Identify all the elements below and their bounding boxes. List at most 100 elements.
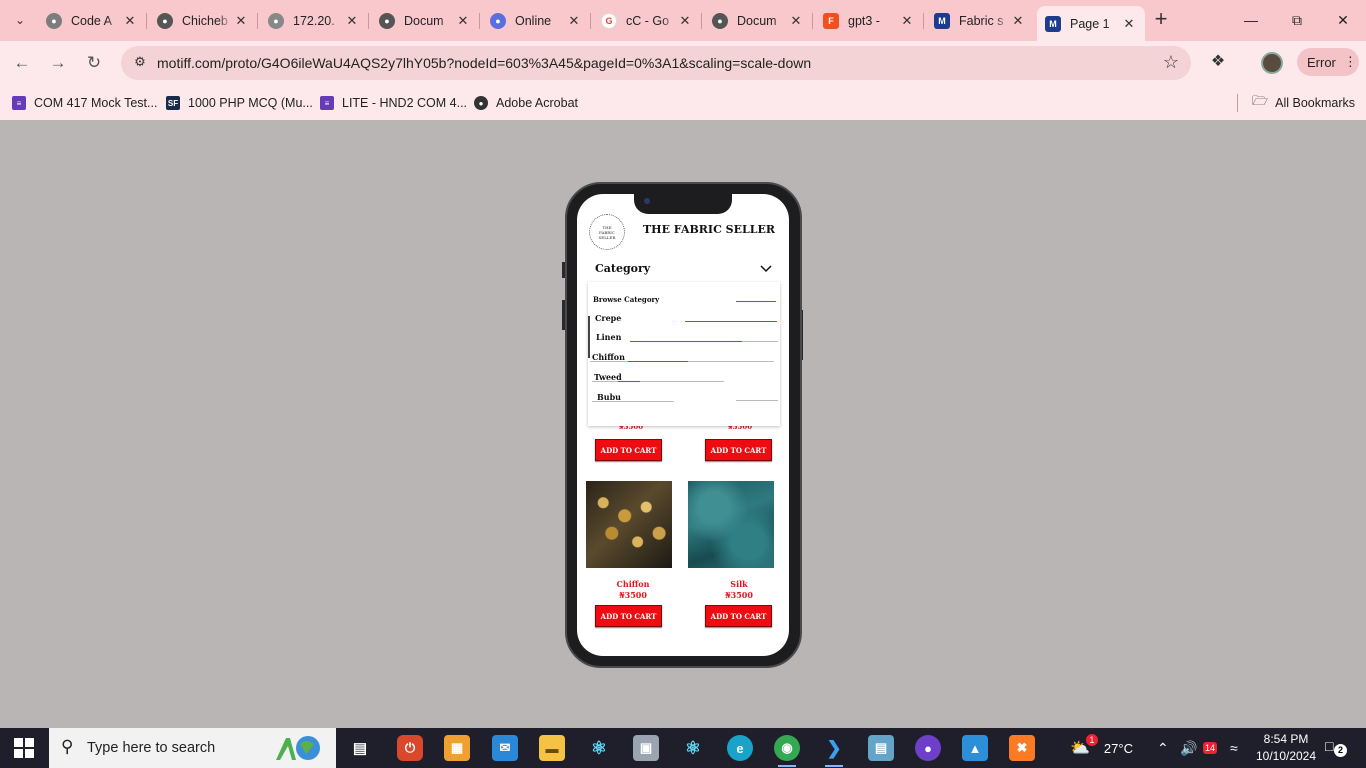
product-price: ₦3500 <box>619 590 647 600</box>
bookmark-star-icon[interactable]: ☆ <box>1163 52 1179 73</box>
close-icon[interactable]: ✕ <box>122 13 138 29</box>
tab-separator <box>368 13 369 29</box>
notification-center-icon[interactable]: □ 2 <box>1325 738 1347 758</box>
forms-icon: ≡ <box>320 96 334 110</box>
bookmarks-separator <box>1237 94 1238 112</box>
taskbar-clock[interactable]: 8:54 PM 10/10/2024 <box>1253 731 1319 765</box>
tab-code[interactable]: ● Code A ✕ <box>38 6 146 35</box>
fabric-seller-logo: THE FABRIC SELLER <box>589 214 625 250</box>
restore-icon[interactable]: ⧉ <box>1274 0 1320 40</box>
dropdown-divider <box>736 301 776 302</box>
add-to-cart-button[interactable]: ADD TO CART <box>595 439 662 461</box>
edge-icon[interactable]: e <box>727 735 753 761</box>
tab-title: gpt3 - <box>848 13 880 28</box>
chevron-down-icon[interactable] <box>759 264 773 274</box>
close-icon[interactable]: ✕ <box>899 13 915 29</box>
tab-search-chevron-down-icon[interactable]: ⌄ <box>8 8 32 32</box>
close-icon[interactable]: ✕ <box>344 13 360 29</box>
add-to-cart-button[interactable]: ADD TO CART <box>705 439 772 461</box>
tab-separator <box>812 13 813 29</box>
tab-google[interactable]: G cC - Go ✕ <box>593 6 701 35</box>
calendar-app-icon[interactable]: 14 <box>1203 728 1218 768</box>
tab-document-2[interactable]: ● Docum ✕ <box>704 6 812 35</box>
app-red-icon[interactable]: ⏻ <box>397 735 423 761</box>
all-bookmarks-button[interactable]: 🗁 All Bookmarks <box>1252 93 1355 113</box>
tab-ip[interactable]: ● 172.20. ✕ <box>260 6 368 35</box>
close-icon[interactable]: ✕ <box>566 13 582 29</box>
tab-title: Docum <box>737 13 777 28</box>
site-settings-icon[interactable]: ⚙ <box>131 54 149 72</box>
wifi-icon[interactable]: ≈ <box>1230 728 1238 768</box>
phone-screen[interactable]: THE FABRIC SELLER THE FABRIC SELLER Cate… <box>577 194 789 656</box>
tab-document-1[interactable]: ● Docum ✕ <box>371 6 479 35</box>
tab-title: Fabric s <box>959 13 1004 28</box>
reload-icon[interactable]: ↻ <box>82 51 106 75</box>
mail-icon[interactable]: ✉ <box>492 735 518 761</box>
chrome-icon[interactable]: ◉ <box>774 735 800 767</box>
react-native-icon[interactable]: ⚛ <box>680 735 706 761</box>
tab-page1-active[interactable]: M Page 1 ✕ <box>1037 6 1145 41</box>
error-menu-button[interactable]: Error ⋮ <box>1297 48 1359 76</box>
extensions-puzzle-icon[interactable]: ❖ <box>1207 51 1229 73</box>
web-icon: ● <box>157 12 173 29</box>
close-icon[interactable]: ✕ <box>233 13 249 29</box>
notepad-icon[interactable]: ▤ <box>868 735 894 761</box>
clock-date: 10/10/2024 <box>1255 749 1317 763</box>
minimize-icon[interactable]: — <box>1228 0 1274 40</box>
close-icon[interactable]: ✕ <box>677 13 693 29</box>
vscode-icon[interactable]: ❯ <box>821 735 847 767</box>
product-image-silk-fabric[interactable] <box>688 481 774 568</box>
product-image-chain-fabric[interactable] <box>586 481 672 568</box>
windows-start-icon[interactable] <box>14 738 34 758</box>
motiff-icon: M <box>1045 15 1061 32</box>
tab-fabric[interactable]: M Fabric s ✕ <box>926 6 1034 35</box>
tab-separator <box>590 13 591 29</box>
tab-gpt3[interactable]: F gpt3 - ✕ <box>815 6 923 35</box>
url-text[interactable]: motiff.com/proto/G4O6ileWaU4AQS2y7lhY05b… <box>157 55 811 71</box>
bookmark-php-mcq[interactable]: SF 1000 PHP MCQ (Mu... <box>166 93 313 113</box>
window-close-icon[interactable]: ✕ <box>1320 0 1366 40</box>
close-icon[interactable]: ✕ <box>788 13 804 29</box>
avatar[interactable] <box>1261 52 1283 74</box>
bookmark-com417[interactable]: ≡ COM 417 Mock Test... <box>12 93 157 113</box>
add-to-cart-button[interactable]: ADD TO CART <box>705 605 772 627</box>
dropdown-item-linen[interactable]: Linen <box>596 332 621 342</box>
forward-arrow-icon[interactable]: → <box>46 51 70 75</box>
address-bar[interactable]: ⚙ motiff.com/proto/G4O6ileWaU4AQS2y7lhY0… <box>121 46 1191 80</box>
add-to-cart-button[interactable]: ADD TO CART <box>595 605 662 627</box>
xampp-icon[interactable]: ✖ <box>1009 735 1035 761</box>
chevron-up-icon[interactable]: ⌃ <box>1157 728 1169 768</box>
product-name: Silk <box>730 579 748 589</box>
bookmark-label: COM 417 Mock Test... <box>34 96 158 110</box>
dropdown-edge <box>588 316 590 358</box>
react-icon[interactable]: ⚛ <box>586 735 612 761</box>
close-icon[interactable]: ✕ <box>1121 16 1137 32</box>
tab-online[interactable]: ● Online ✕ <box>482 6 590 35</box>
store-icon[interactable]: ▦ <box>444 735 470 761</box>
volume-icon[interactable]: 🔊 <box>1180 728 1197 768</box>
new-tab-plus-icon[interactable]: + <box>1149 8 1173 32</box>
bookmark-lite-hnd2[interactable]: ≡ LITE - HND2 COM 4... <box>320 93 467 113</box>
dropdown-divider <box>592 401 674 402</box>
bookmark-label: Adobe Acrobat <box>496 96 579 110</box>
bookmark-adobe-acrobat[interactable]: ● Adobe Acrobat <box>474 93 578 113</box>
category-dropdown-menu: Browse Category Crepe Linen Chiffon Twee… <box>588 282 780 426</box>
file-explorer-icon[interactable]: ▬ <box>539 735 565 761</box>
error-label: Error <box>1307 54 1336 70</box>
dropdown-divider <box>685 321 777 322</box>
taskbar-search-box[interactable]: ⚲ Type here to search <box>49 728 336 768</box>
dropdown-item-browse-category[interactable]: Browse Category <box>593 295 659 304</box>
task-view-icon[interactable]: ▤ <box>347 735 373 761</box>
tab-title: Code A <box>71 13 113 28</box>
back-arrow-icon[interactable]: ← <box>10 51 34 75</box>
tab-separator <box>701 13 702 29</box>
tab-chicheb[interactable]: ● Chicheb ✕ <box>149 6 257 35</box>
close-icon[interactable]: ✕ <box>455 13 471 29</box>
photos-icon[interactable]: ▣ <box>633 735 659 761</box>
dropdown-item-crepe[interactable]: Crepe <box>595 313 621 323</box>
weather-widget[interactable]: ⛅ 1 27°C <box>1070 728 1133 768</box>
paint-icon[interactable]: ▲ <box>962 735 988 761</box>
close-icon[interactable]: ✕ <box>1010 13 1026 29</box>
github-icon[interactable]: ● <box>915 735 941 761</box>
category-dropdown-label[interactable]: Category <box>595 262 650 275</box>
